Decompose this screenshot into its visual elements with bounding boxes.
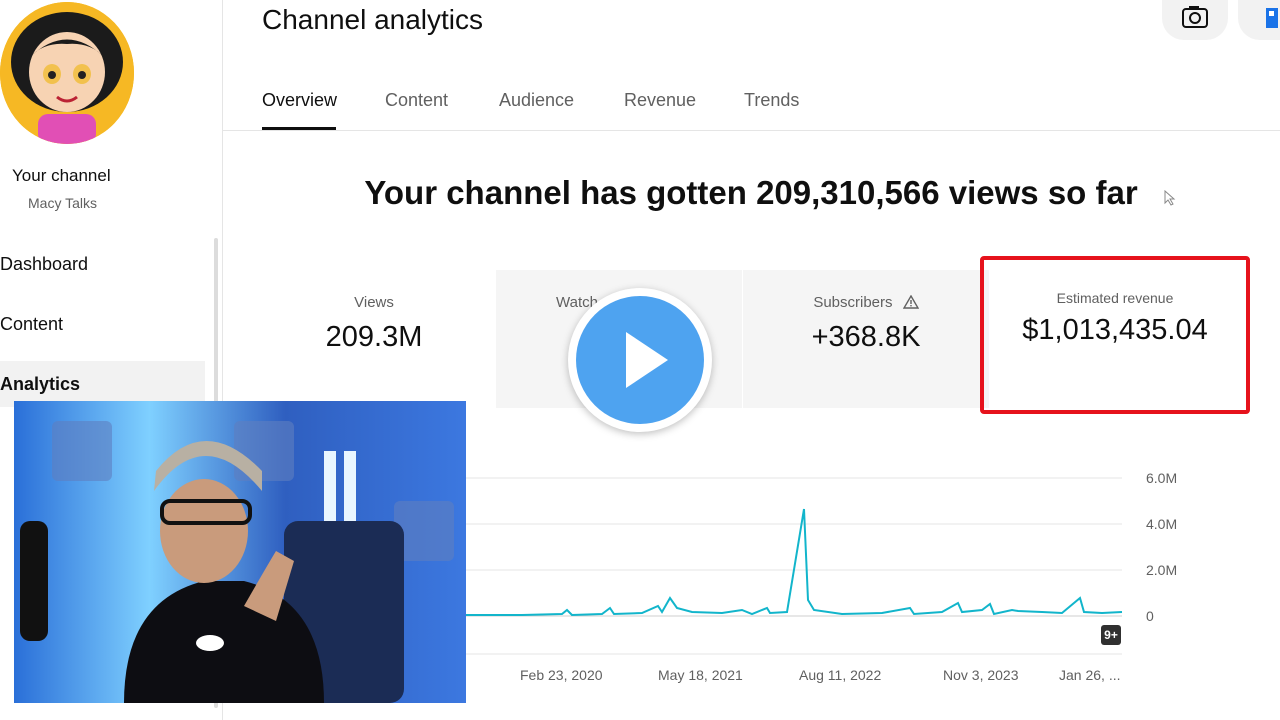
tab-trends[interactable]: Trends (744, 90, 799, 111)
x-tick-label: Jan 26, ... (1059, 667, 1121, 683)
x-tick-label: Feb 23, 2020 (520, 667, 603, 683)
x-tick-label: Nov 3, 2023 (943, 667, 1019, 683)
sidebar-item-label: Analytics (0, 374, 81, 394)
views-headline: Your channel has gotten 209,310,566 view… (364, 174, 1138, 211)
metric-label: Subscribers (743, 294, 989, 311)
tab-overview[interactable]: Overview (262, 90, 337, 111)
camera-button[interactable] (1162, 0, 1228, 40)
revenue-highlight-box (980, 256, 1250, 414)
y-tick-label: 0 (1146, 608, 1154, 624)
y-tick-label: 6.0M (1146, 470, 1178, 486)
chart-events-badge[interactable]: 9+ (1101, 625, 1121, 645)
sidebar-item-content[interactable]: Content (0, 301, 205, 347)
sidebar-item-label: Content (0, 314, 64, 334)
webcam-overlay (14, 401, 466, 703)
tab-audience[interactable]: Audience (499, 90, 574, 111)
tab-bar: Overview Content Audience Revenue Trends (222, 72, 1280, 131)
y-tick-label: 2.0M (1146, 562, 1178, 578)
channel-name: Macy Talks (28, 195, 97, 211)
metric-card-views[interactable]: Views 209.3M (252, 270, 496, 408)
channel-label: Your channel (12, 166, 111, 185)
sidebar-item-label: Dashboard (0, 254, 89, 274)
metric-label-text: Subscribers (813, 294, 893, 311)
tab-revenue[interactable]: Revenue (624, 90, 696, 111)
create-icon (1266, 8, 1278, 28)
x-tick-label: Aug 11, 2022 (799, 667, 882, 683)
metric-value: 209.3M (325, 321, 423, 353)
tab-active-indicator (262, 127, 336, 130)
views-series-line (466, 508, 1123, 617)
webcam-image (14, 401, 466, 703)
y-tick-label: 4.0M (1146, 516, 1178, 532)
metric-value: +368.8K (811, 321, 921, 353)
camera-icon (1182, 6, 1208, 28)
play-button-circle (576, 296, 704, 424)
metric-card-subscribers[interactable]: Subscribers +368.8K (743, 270, 989, 408)
channel-avatar[interactable] (0, 2, 134, 144)
metric-label: Views (354, 294, 394, 311)
mouse-cursor-icon (1164, 190, 1176, 206)
play-button[interactable] (568, 288, 712, 432)
sidebar-item-dashboard[interactable]: Dashboard (0, 241, 205, 287)
warning-icon (902, 294, 919, 309)
play-icon (626, 332, 668, 388)
page-title: Channel analytics (262, 4, 484, 35)
tab-content[interactable]: Content (385, 90, 448, 111)
create-button[interactable] (1238, 0, 1280, 40)
x-tick-label: May 18, 2021 (658, 667, 743, 683)
